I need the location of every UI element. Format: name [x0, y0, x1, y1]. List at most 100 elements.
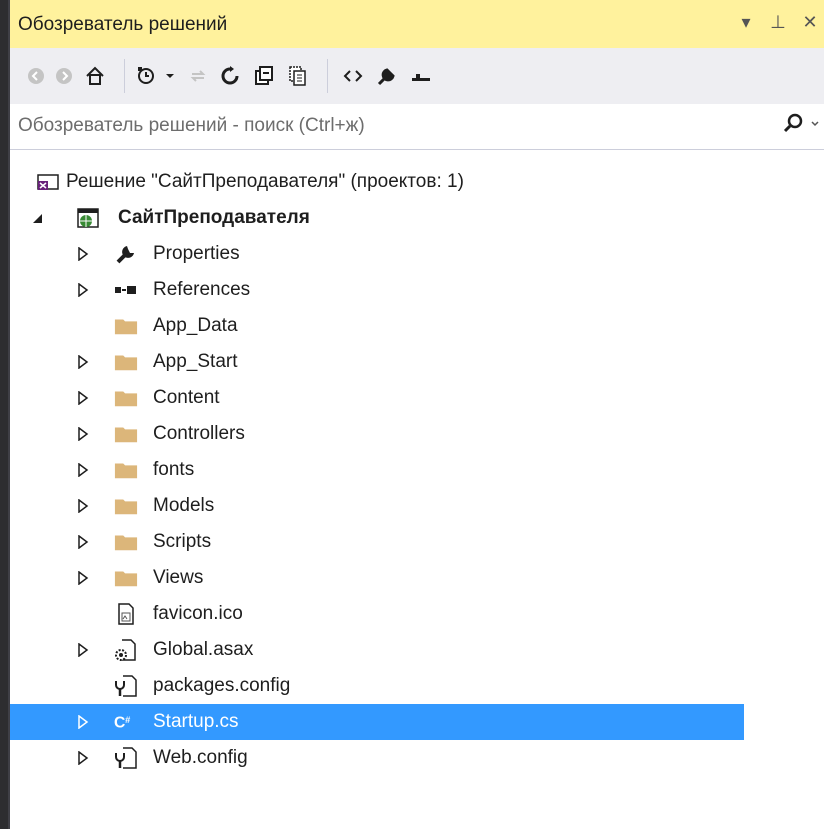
back-button[interactable] — [24, 58, 48, 94]
collapsed-triangle-icon[interactable] — [76, 247, 90, 261]
tree-row-scripts[interactable]: Scripts — [10, 524, 824, 560]
preview-icon — [412, 74, 430, 81]
collapsed-triangle-icon[interactable] — [76, 463, 90, 477]
collapsed-triangle-icon[interactable] — [76, 355, 90, 369]
tree-row-controllers[interactable]: Controllers — [10, 416, 824, 452]
config-file-icon — [114, 674, 138, 698]
tree-row-references[interactable]: References — [10, 272, 824, 308]
config-file-icon — [114, 746, 138, 770]
toolbar — [10, 48, 824, 104]
refresh-icon — [221, 66, 239, 85]
toolbar-separator — [327, 59, 328, 93]
tree-item-label: Startup.cs — [153, 711, 239, 732]
dropdown-icon[interactable]: ▾ — [738, 12, 754, 33]
pending-changes-button[interactable] — [135, 58, 181, 94]
tree-item-label: Web.config — [153, 747, 248, 768]
panel-title: Обозреватель решений — [18, 14, 228, 35]
collapse-all-icon — [255, 66, 273, 85]
chevron-down-icon — [811, 121, 819, 127]
tree-item-label: Controllers — [153, 423, 245, 444]
tree-row-app-data[interactable]: App_Data — [10, 308, 824, 344]
search-button[interactable] — [782, 112, 820, 134]
tree-row-project[interactable]: СайтПреподавателя — [10, 200, 824, 236]
tree-item-label: Content — [153, 387, 220, 408]
tree-item-label: Models — [153, 495, 215, 516]
tree-row-solution[interactable]: Решение "СайтПреподавателя" (проектов: 1… — [10, 164, 824, 200]
forward-icon — [56, 68, 72, 84]
tree-row-models[interactable]: Models — [10, 488, 824, 524]
tree-row-app-start[interactable]: App_Start — [10, 344, 824, 380]
view-code-button[interactable] — [338, 58, 368, 94]
references-icon — [114, 278, 138, 302]
tree-row-startup-cs[interactable]: C # Startup.cs — [10, 704, 744, 740]
tree-item-label: fonts — [153, 459, 195, 480]
view-code-icon — [343, 70, 363, 82]
folder-icon — [114, 530, 138, 554]
sync-button[interactable] — [185, 58, 211, 94]
toolbar-separator — [124, 59, 125, 93]
tree-item-label: Views — [153, 567, 204, 588]
tree-row-content[interactable]: Content — [10, 380, 824, 416]
expanded-triangle-icon[interactable] — [30, 211, 44, 225]
tree-item-label: favicon.ico — [153, 603, 243, 624]
web-project-icon — [76, 206, 100, 230]
refresh-button[interactable] — [215, 58, 245, 94]
asax-file-icon — [114, 638, 138, 662]
tree-label-solution: Решение "СайтПреподавателя" (проектов: 1… — [66, 171, 464, 192]
tree-item-label: Properties — [153, 243, 240, 264]
tree-row-properties[interactable]: Properties — [10, 236, 824, 272]
folder-icon — [114, 422, 138, 446]
collapse-all-button[interactable] — [249, 58, 279, 94]
tree-item-label: Scripts — [153, 531, 212, 552]
properties-icon — [377, 68, 395, 86]
collapsed-triangle-icon[interactable] — [76, 571, 90, 585]
tree-label-project: СайтПреподавателя — [118, 207, 310, 228]
tree-row-global-asax[interactable]: Global.asax — [10, 632, 824, 668]
collapsed-triangle-icon[interactable] — [76, 643, 90, 657]
folder-icon — [114, 494, 138, 518]
collapsed-triangle-icon[interactable] — [76, 535, 90, 549]
panel-titlebar: Обозреватель решений ▾ ⊥ ✕ — [10, 0, 824, 48]
collapsed-triangle-icon[interactable] — [76, 391, 90, 405]
collapsed-triangle-icon[interactable] — [76, 751, 90, 765]
preview-button[interactable] — [406, 58, 436, 94]
home-icon — [86, 66, 104, 85]
tree-item-label: App_Start — [153, 351, 238, 372]
folder-icon — [114, 566, 138, 590]
wrench-icon — [114, 242, 138, 266]
tree-row-views[interactable]: Views — [10, 560, 824, 596]
csharp-file-icon: C # — [114, 710, 138, 734]
pin-icon[interactable]: ⊥ — [770, 12, 786, 33]
svg-text:#: # — [125, 715, 130, 725]
tree-row-web-config[interactable]: Web.config — [10, 740, 824, 776]
pending-changes-icon — [138, 67, 174, 84]
folder-icon — [114, 314, 138, 338]
collapsed-triangle-icon[interactable] — [76, 427, 90, 441]
tree-row-favicon[interactable]: favicon.ico — [10, 596, 824, 632]
tree-item-label: References — [153, 279, 251, 300]
show-all-files-button[interactable] — [283, 58, 313, 94]
image-file-icon — [114, 602, 138, 626]
collapsed-triangle-icon[interactable] — [76, 283, 90, 297]
folder-icon — [114, 350, 138, 374]
tree-item-label: App_Data — [153, 315, 238, 336]
back-icon — [28, 68, 44, 84]
collapsed-triangle-icon[interactable] — [76, 715, 90, 729]
forward-button[interactable] — [52, 58, 76, 94]
properties-button[interactable] — [372, 58, 402, 94]
tree-row-packages-config[interactable]: packages.config — [10, 668, 824, 704]
tree-item-label: Global.asax — [153, 639, 254, 660]
tree-row-fonts[interactable]: fonts — [10, 452, 824, 488]
home-button[interactable] — [80, 58, 110, 94]
collapsed-triangle-icon[interactable] — [76, 499, 90, 513]
solution-icon — [36, 170, 60, 194]
folder-icon — [114, 386, 138, 410]
panel-controls: ▾ ⊥ ✕ — [738, 12, 818, 33]
close-icon[interactable]: ✕ — [802, 12, 818, 33]
search-input[interactable] — [10, 104, 770, 148]
search-bar — [10, 104, 824, 150]
search-icon — [783, 113, 803, 133]
svg-text:C: C — [114, 715, 125, 732]
tree-item-label: packages.config — [153, 675, 291, 696]
show-all-files-icon — [289, 66, 306, 86]
